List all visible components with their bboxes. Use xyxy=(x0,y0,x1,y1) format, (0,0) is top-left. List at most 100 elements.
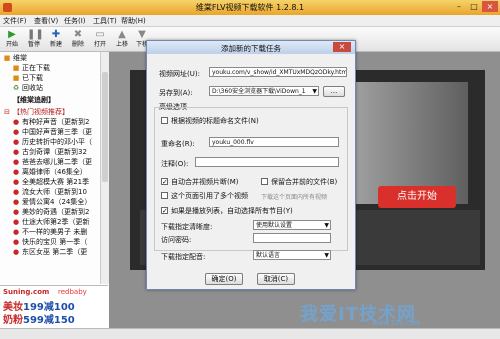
list-item[interactable]: ● 爱情公寓4（24集全） xyxy=(12,198,91,207)
video-icon: ● xyxy=(12,138,20,146)
chevron-down-icon: ▼ xyxy=(312,88,317,95)
list-item[interactable]: ● 美妙的奇遇（更新到2 xyxy=(12,208,90,217)
delete-button[interactable]: ✖ 删除 xyxy=(68,27,88,51)
menu-tools[interactable]: 工具(T) xyxy=(93,16,117,26)
video-icon: ● xyxy=(12,228,20,236)
sidebar-item-downloading[interactable]: ■ 正在下载 xyxy=(12,64,50,73)
ad-brand-2: redbaby xyxy=(58,288,87,296)
status-bar xyxy=(0,328,500,339)
sidebar-item-downloaded[interactable]: ■ 已下载 xyxy=(12,74,43,83)
audio-select[interactable]: 默认语言 ▼ xyxy=(253,250,331,260)
sidebar-item-root[interactable]: ■ 维棠 xyxy=(3,54,27,63)
play-icon: ▶ xyxy=(8,29,16,40)
scrollbar-thumb[interactable] xyxy=(102,72,108,182)
password-label: 访问密码: xyxy=(161,236,192,244)
rename-field[interactable]: youku_000.flv xyxy=(209,137,339,147)
folder-icon: ■ xyxy=(12,74,20,82)
minimize-icon[interactable]: – xyxy=(452,1,466,12)
quality-select[interactable]: 使用默认设置 ▼ xyxy=(253,220,331,230)
dialog-close-icon[interactable]: × xyxy=(333,42,351,52)
maximize-icon[interactable]: □ xyxy=(467,1,481,12)
folder-icon: ■ xyxy=(3,54,11,62)
menu-view[interactable]: 查看(V) xyxy=(34,16,58,26)
menu-help[interactable]: 帮助(H) xyxy=(121,16,146,26)
video-icon: ● xyxy=(12,148,20,156)
list-item[interactable]: ● 古剑奇谭（更新到32 xyxy=(12,148,87,157)
url-label: 视频网址(U): xyxy=(159,70,200,78)
new-task-dialog: 添加新的下载任务 × 视频网址(U): youku.com/v_show/id_… xyxy=(146,40,356,290)
rename-label: 重命名(R): xyxy=(161,140,195,148)
sidebar-item-follow[interactable]: 【维棠追剧】 xyxy=(3,96,55,105)
video-icon: ● xyxy=(12,168,20,176)
menu-file[interactable]: 文件(F) xyxy=(3,16,27,26)
video-icon: ● xyxy=(12,218,20,226)
watermark-url: www.52ij.com xyxy=(372,319,421,327)
rename-by-title-label: 根据视频的标题命名文件(N) xyxy=(171,117,259,125)
video-icon: ● xyxy=(12,128,20,136)
auto-merge-label: 自动合并视频片断(M) xyxy=(171,178,239,186)
browse-button[interactable]: ... xyxy=(323,86,345,97)
ad-banner[interactable]: Suning.com redbaby 美妆199减100 奶粉599减150 xyxy=(0,285,108,329)
folder-icon: ▭ xyxy=(95,29,105,40)
comment-field[interactable] xyxy=(195,157,339,167)
download-all-label: 下载这个页面内所有视频 xyxy=(261,194,328,201)
menu-bar: 文件(F) 查看(V) 任务(I) 工具(T) 帮助(H) xyxy=(0,15,500,27)
list-item[interactable]: ● 全美超模大赛 第21季 xyxy=(12,178,89,187)
page-multi-checkbox[interactable] xyxy=(161,192,168,199)
arrow-up-icon: ▲ xyxy=(118,29,126,40)
chevron-down-icon: ▼ xyxy=(324,252,329,259)
password-field[interactable] xyxy=(253,233,331,243)
title-bar: 维棠FLV视频下载软件 1.2.8.1 – □ × xyxy=(0,0,500,15)
list-item[interactable]: ● 东区女巫 第二季（更 xyxy=(12,248,87,257)
new-icon: ✚ xyxy=(51,29,61,40)
list-item[interactable]: ● 不一样的美男子 未删 xyxy=(12,228,87,237)
open-button[interactable]: ▭ 打开 xyxy=(90,27,110,51)
video-icon: ● xyxy=(12,208,20,216)
saveas-label: 另存到(A): xyxy=(159,89,193,97)
video-icon: ● xyxy=(12,238,20,246)
sidebar-scrollbar[interactable] xyxy=(100,52,109,284)
menu-task[interactable]: 任务(I) xyxy=(64,16,86,26)
start-button[interactable]: ▶ 开始 xyxy=(2,27,22,51)
pause-button[interactable]: ❚❚ 暂停 xyxy=(24,27,44,51)
cancel-button[interactable]: 取消(C) xyxy=(257,273,295,285)
playlist-checkbox[interactable]: ✓ xyxy=(161,207,168,215)
dialog-title: 添加新的下载任务 xyxy=(221,44,281,53)
video-icon: ● xyxy=(12,118,20,126)
move-up-button[interactable]: ▲ 上移 xyxy=(112,27,132,51)
list-item[interactable]: ● 中国好声音第三季（更 xyxy=(12,128,92,137)
pause-icon: ❚❚ xyxy=(27,29,44,40)
delete-icon: ✖ xyxy=(73,29,83,40)
new-button[interactable]: ✚ 新建 xyxy=(46,27,66,51)
list-item[interactable]: ● 流女大师（更新到10 xyxy=(12,188,87,197)
recycle-icon: ♻ xyxy=(12,84,20,92)
auto-merge-checkbox[interactable]: ✓ xyxy=(161,178,168,186)
video-icon: ● xyxy=(12,178,20,186)
ad-line2-value: 599减150 xyxy=(23,315,75,326)
list-item[interactable]: ● 有种好声音（更新到2 xyxy=(12,118,90,127)
expand-icon: ⊟ xyxy=(4,108,10,116)
url-field[interactable]: youku.com/v_show/id_XMTUxMDQzODky.html xyxy=(209,67,347,77)
rename-by-title-checkbox[interactable] xyxy=(161,117,168,124)
sidebar: ■ 维棠 ■ 正在下载 ■ 已下载 ♻ 回收站 【维棠追剧】 ⊟ 【热门视频推荐】 ● 有种… xyxy=(0,52,109,284)
keep-parts-label: 保留合并前的文件(B) xyxy=(271,178,338,186)
start-download-button[interactable]: 点击开始 xyxy=(378,186,456,208)
saveas-select[interactable]: D:\360安全浏览器下载\ViDown_1 ▼ xyxy=(209,86,319,96)
sidebar-item-hot[interactable]: ⊟ 【热门视频推荐】 xyxy=(3,108,69,117)
playlist-label: 如果是播放列表，自动选择所有节目(Y) xyxy=(171,207,293,215)
sidebar-item-recycle[interactable]: ♻ 回收站 xyxy=(12,84,43,93)
list-item[interactable]: ● 历史转折中的邓小平（ xyxy=(12,138,92,147)
list-item[interactable]: ● 爸爸去哪儿第二季（更 xyxy=(12,158,92,167)
list-item[interactable]: ● 快乐的宝贝 第一季（ xyxy=(12,238,87,247)
ad-brand: Suning.com xyxy=(3,288,50,296)
close-icon[interactable]: × xyxy=(482,1,498,12)
list-item[interactable]: ● 离婚律师（46集全） xyxy=(12,168,87,177)
comment-label: 注释(O): xyxy=(161,160,189,168)
page-multi-label: 这个页面引用了多个视频 xyxy=(171,192,248,200)
keep-parts-checkbox[interactable] xyxy=(261,178,268,185)
dialog-title-bar: 添加新的下载任务 × xyxy=(147,41,355,54)
quality-label: 下载指定清晰度: xyxy=(161,223,213,231)
chevron-down-icon: ▼ xyxy=(324,222,329,229)
ok-button[interactable]: 确定(O) xyxy=(205,273,243,285)
list-item[interactable]: ● 仕途大师第2季（更新 xyxy=(12,218,90,227)
